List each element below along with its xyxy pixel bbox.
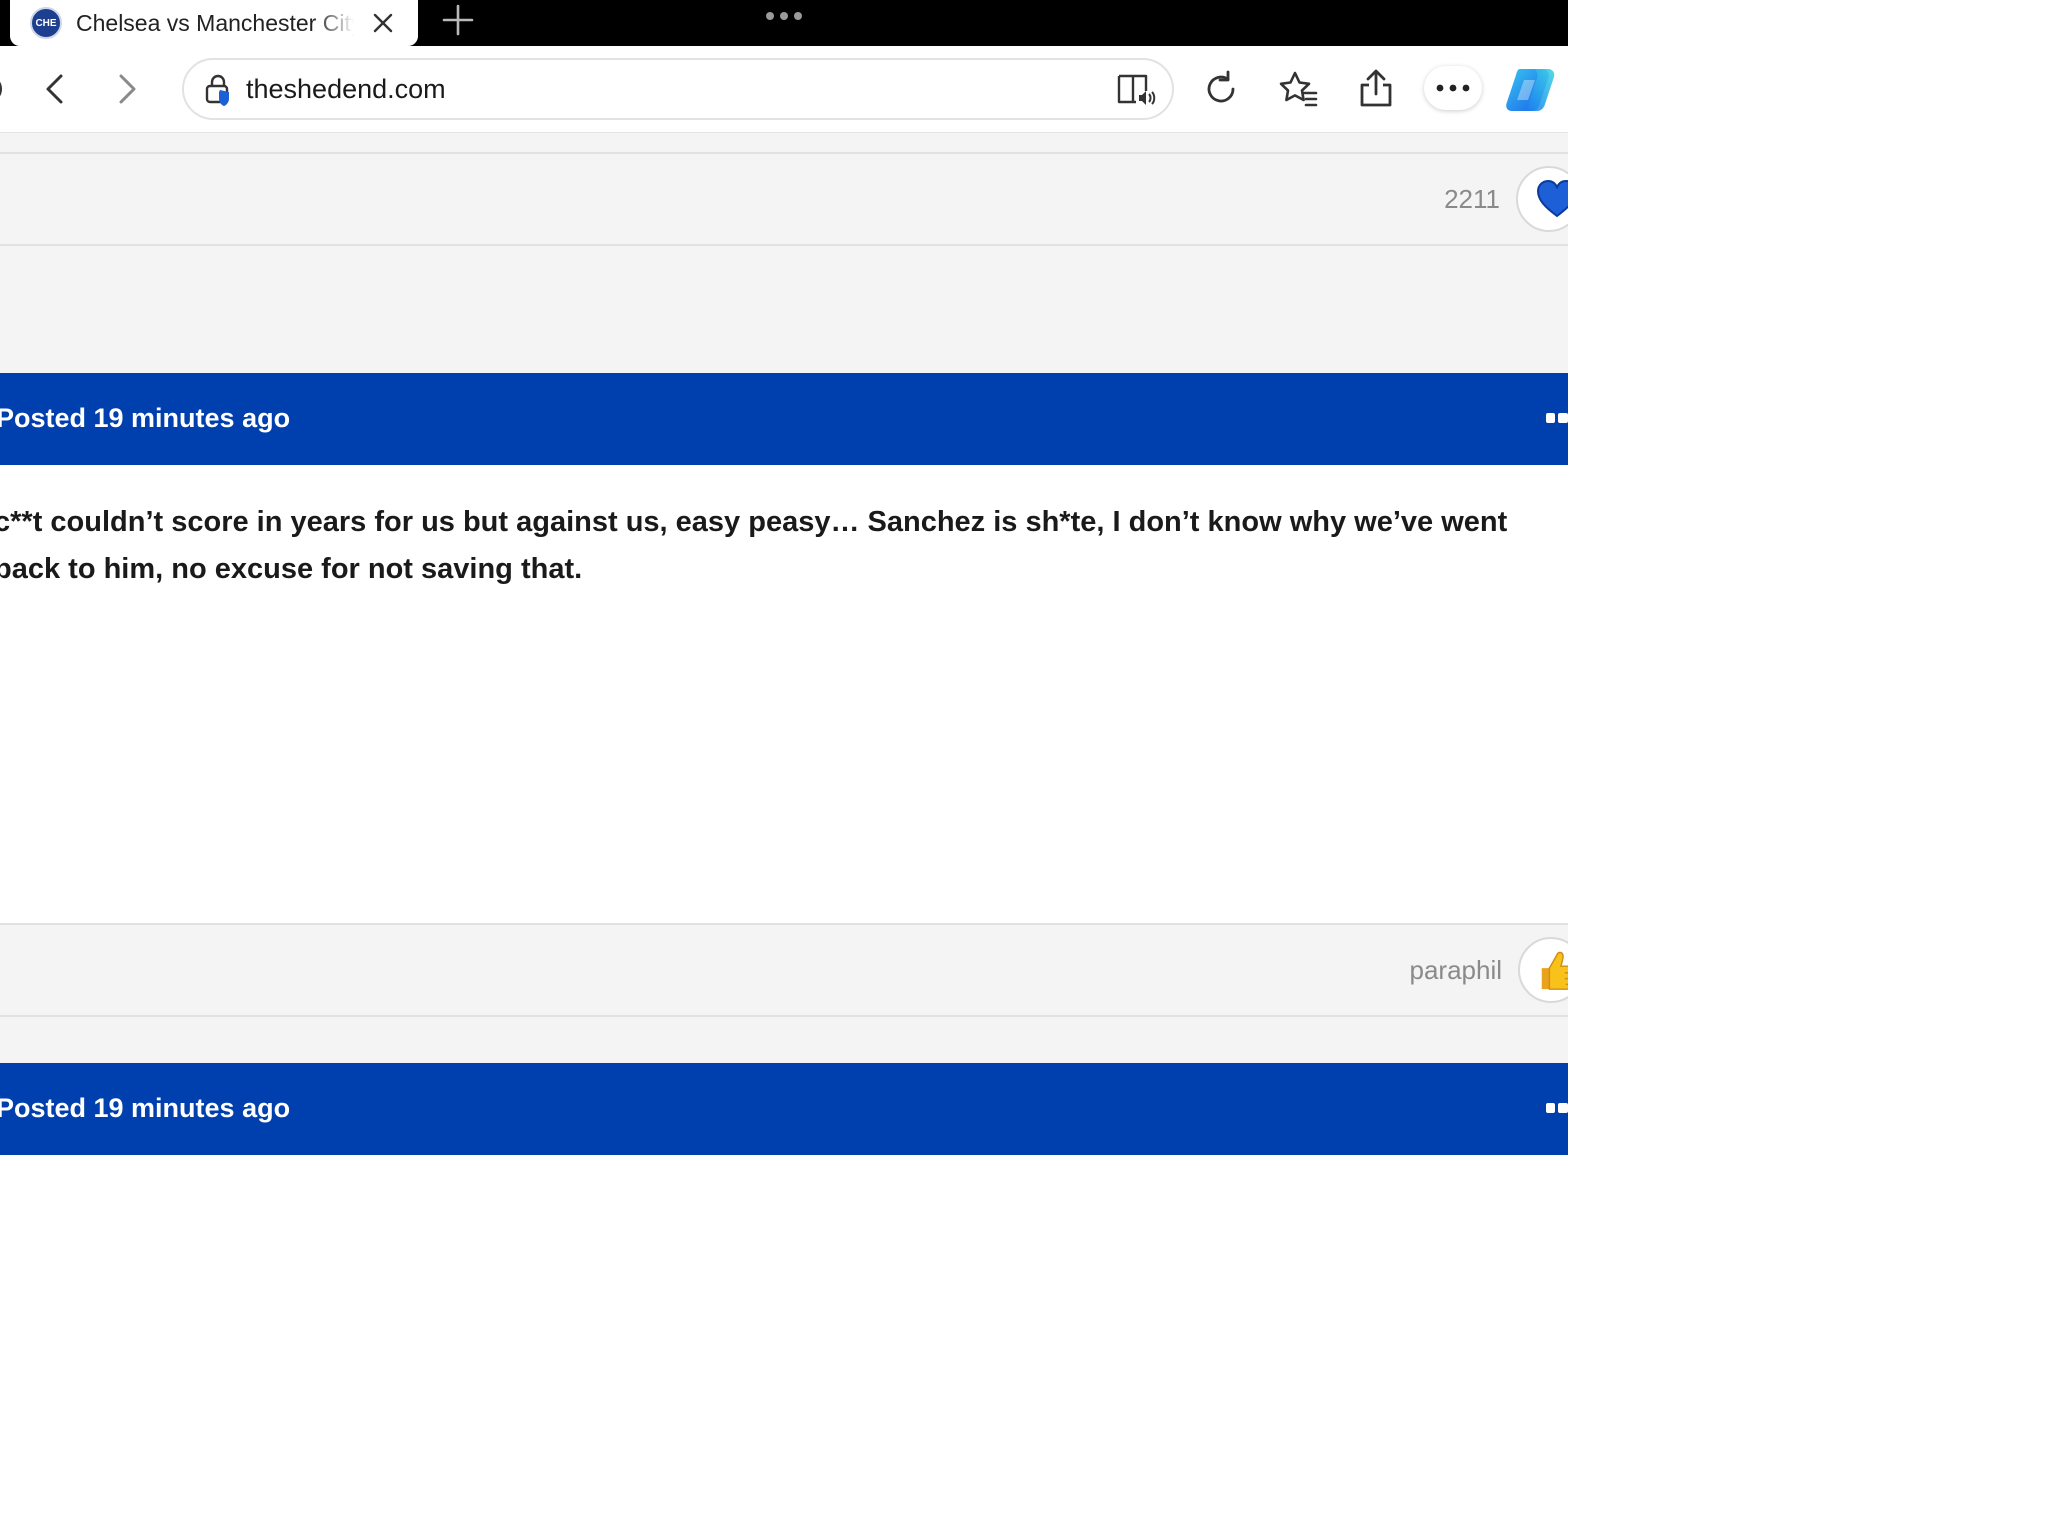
thumbs-up-icon [1541,951,1568,990]
forward-icon[interactable] [104,67,148,111]
reaction-count: 2211 [1444,184,1500,214]
post-timestamp: Posted 19 minutes ago [0,403,291,433]
site-favicon-icon: CHE [30,7,62,39]
refresh-icon[interactable] [1199,67,1243,111]
sidebar-edge-icon [0,81,2,97]
post-footer: paraphil [0,923,1568,1017]
more-options-button[interactable] [1424,66,1482,110]
post-body: c**t couldn’t score in years for us but … [0,465,1568,923]
browser-toolbar: theshedend.com [0,46,1568,133]
post-body [0,1155,1568,1536]
post-menu-icon[interactable] [1546,413,1568,425]
tab-bar: CHE Chelsea vs Manchester City [0,0,1568,46]
favorites-icon[interactable] [1276,67,1320,111]
reaction-button[interactable] [1516,166,1568,232]
share-icon[interactable] [1354,67,1398,111]
more-dots-icon [1436,84,1470,92]
tab-title: Chelsea vs Manchester City [76,9,354,36]
copilot-icon[interactable] [1504,66,1556,112]
read-aloud-icon[interactable] [1116,72,1156,108]
post-header: Posted 19 minutes ago [0,1063,1568,1155]
browser-window: CHE Chelsea vs Manchester City thesheden… [0,0,1568,1536]
post-footer: 2211 [0,152,1568,246]
tab-overflow-dots-icon[interactable] [764,10,804,22]
active-tab[interactable]: CHE Chelsea vs Manchester City [10,0,418,46]
favicon-label: CHE [35,17,57,29]
forum-page: 2211 Posted 19 minutes ago c**t couldn’t… [0,133,1568,1536]
close-tab-icon[interactable] [368,8,398,38]
address-bar[interactable]: theshedend.com [182,58,1174,120]
back-icon[interactable] [34,67,78,111]
post-header: Posted 19 minutes ago [0,373,1568,465]
post-author[interactable]: paraphil [1409,955,1502,986]
post-menu-icon[interactable] [1546,1103,1568,1115]
post-timestamp: Posted 19 minutes ago [0,1093,291,1123]
heart-icon [1536,179,1568,218]
post-text: c**t couldn’t score in years for us but … [0,506,1508,585]
reaction-button[interactable] [1518,937,1568,1003]
url-text: theshedend.com [246,73,446,104]
secure-lock-icon [205,74,229,106]
new-tab-icon[interactable] [440,2,476,38]
